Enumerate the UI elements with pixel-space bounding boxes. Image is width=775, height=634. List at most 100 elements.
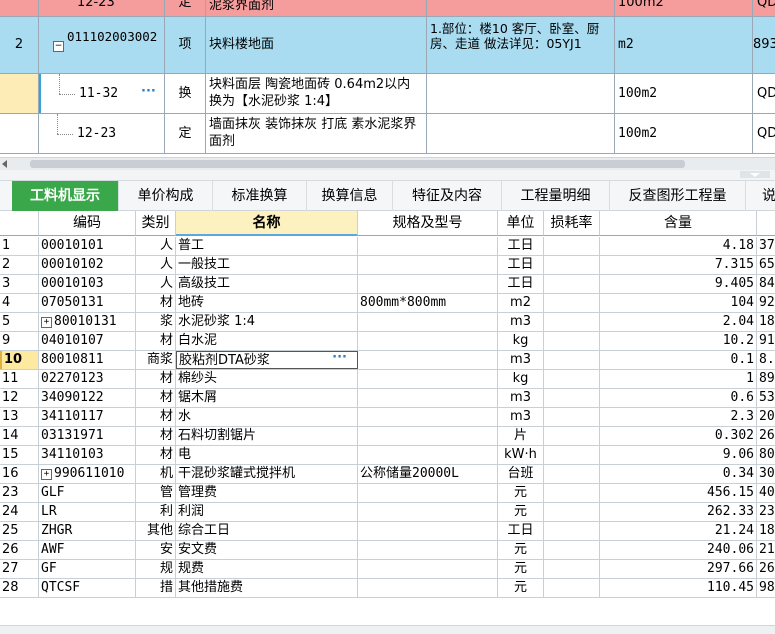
tab-tezheng[interactable]: 特征及内容 [393, 181, 502, 211]
row-qty: 240.06 [600, 541, 757, 559]
row-name-text[interactable]: 胶粘剂DTA砂浆 [179, 353, 270, 368]
tab-huansuan[interactable]: 换算信息 [307, 181, 393, 211]
row-qty: 7.315 [600, 256, 757, 274]
row-type: 材 [136, 427, 176, 445]
row-code: 34110103 [39, 446, 136, 464]
horizontal-scrollbar[interactable] [0, 157, 775, 170]
table-row[interactable]: 26 AWF 安安文费 元 240.06 21 [0, 541, 775, 560]
row-unit: kW·h [498, 446, 544, 464]
table-row[interactable]: 1 00010101 人普工 工日 4.18 37 [0, 237, 775, 256]
header-loss[interactable]: 损耗率 [544, 211, 600, 236]
row-type: 换 [165, 74, 206, 113]
row-type: 管 [136, 484, 176, 502]
row-loss [544, 541, 600, 559]
more-button[interactable]: ··· [141, 84, 156, 99]
row-spec [358, 332, 498, 350]
table-row[interactable]: 25 ZHGR 其他 综合工日 工日 21.24 18 [0, 522, 775, 541]
row-code: 80010811 [39, 351, 136, 369]
row-type: 材 [136, 294, 176, 312]
tab-gongchengliang[interactable]: 工程量明细 [502, 181, 610, 211]
header-code[interactable]: 编码 [39, 211, 136, 236]
table-row[interactable]: 24 LR 利利润 元 262.33 23 [0, 503, 775, 522]
row-spec [358, 427, 498, 445]
row-number: 2 [0, 256, 39, 274]
row-qty: 0.6 [600, 389, 757, 407]
row-qty: 10.2 [600, 332, 757, 350]
row-type: 商浆 [136, 351, 176, 369]
row-cost: 21 [759, 542, 775, 557]
row-type: 机 [136, 465, 176, 483]
row-number: 12 [0, 389, 39, 407]
table-row[interactable]: 28 QTCSF 措其他措施费 元 110.45 98 [0, 579, 775, 598]
tab-danjia[interactable]: 单价构成 [119, 181, 213, 211]
row-code-text: 80010131 [54, 314, 117, 329]
header-spec[interactable]: 规格及型号 [358, 211, 498, 236]
row-spec [358, 408, 498, 426]
row-cost: 26 [759, 428, 775, 443]
row-name: 块料面层 陶瓷地面砖 0.64m2以内 换为【水泥砂浆 1:4】 [206, 74, 427, 113]
expand-icon[interactable]: + [41, 317, 52, 328]
tab-shuoming[interactable]: 说 [746, 181, 775, 211]
table-row[interactable]: 3 00010103 人高级技工 工日 9.405 84 [0, 275, 775, 294]
row-code: 00010102 [39, 256, 136, 274]
row-unit: m3 [498, 389, 544, 407]
row-qty: 0.302 [600, 427, 757, 445]
tab-fancha[interactable]: 反查图形工程量 [610, 181, 746, 211]
header-name[interactable]: 名称 [176, 211, 358, 236]
row-name: 一般技工 [176, 256, 358, 274]
row-code: 02270123 [39, 370, 136, 388]
table-row[interactable]: 2 00010102 人一般技工 工日 7.315 65 [0, 256, 775, 275]
header-unit[interactable]: 单位 [498, 211, 544, 236]
row-unit: 100m2 [615, 114, 753, 153]
table-row[interactable]: 9 04010107 材白水泥 kg 10.2 91 [0, 332, 775, 351]
table-row[interactable]: 16 +990611010 机干混砂浆罐式搅拌机 公称储量20000L 台班 0.34 30 [0, 465, 775, 484]
table-row[interactable]: 12 34090122 材锯木屑 m3 0.6 53 [0, 389, 775, 408]
row-feature: 1.部位：楼10 客厅、卧室、厨房、走道 做法详见：05YJ1 [427, 17, 615, 73]
panel-splitter[interactable] [0, 170, 775, 181]
row-name: 规费 [176, 560, 358, 578]
header-type[interactable]: 类别 [136, 211, 176, 236]
table-row[interactable]: 4 07050131 材地砖 800mm*800mm m2 104 92 [0, 294, 775, 313]
table-row[interactable]: 14 03131971 材石料切割锯片 片 0.302 26 [0, 427, 775, 446]
row-spec [358, 446, 498, 464]
row-loss [544, 560, 600, 578]
row-qty: 4.18 [600, 237, 757, 255]
table-row[interactable]: 15 34110103 材电 kW·h 9.06 80 [0, 446, 775, 465]
table-row[interactable]: 13 34110117 材水 m3 2.3 20 [0, 408, 775, 427]
scroll-left-icon[interactable] [2, 160, 7, 168]
row-qty: 1 [600, 370, 757, 388]
table-row[interactable]: 12-23 定 墙面抹灰 装饰抹灰 打底 素水泥浆界面剂 100m2 QD [0, 114, 775, 154]
row-type: 其他 [136, 522, 176, 540]
expand-icon[interactable]: + [41, 469, 52, 480]
row-type: 人 [136, 256, 176, 274]
row-cost: 84 [759, 276, 775, 291]
row-number: 14 [0, 427, 39, 445]
row-name: 胶粘剂DTA砂浆 ··· [176, 351, 358, 369]
row-qty: 262.33 [600, 503, 757, 521]
row-cost: 80 [759, 447, 775, 462]
splitter-handle-icon[interactable] [740, 171, 770, 178]
row-unit: 工日 [498, 256, 544, 274]
row-cost: 65 [759, 257, 775, 272]
table-row[interactable]: 11-32 ··· 换 块料面层 陶瓷地面砖 0.64m2以内 换为【水泥砂浆 … [0, 74, 775, 114]
tab-gongliaoji[interactable]: 工料机显示 [12, 181, 119, 211]
table-row[interactable]: 2 − 011102003002 项 块料楼地面 1.部位：楼10 客厅、卧室、… [0, 17, 775, 74]
row-cost: 53 [759, 390, 775, 405]
table-row[interactable]: 27 GF 规规费 元 297.66 26 [0, 560, 775, 579]
table-row[interactable]: 12-23 定 泥浆界面剂 100m2 QD [0, 0, 775, 17]
row-number: 13 [0, 408, 39, 426]
header-qty[interactable]: 含量 [600, 211, 757, 236]
table-row[interactable]: 5 +80010131 浆水泥砂浆 1:4 m3 2.04 18 [0, 313, 775, 332]
table-row[interactable]: 10 80010811 商浆 胶粘剂DTA砂浆 ··· m3 0.1 8. [0, 351, 775, 370]
more-button[interactable]: ··· [332, 352, 347, 367]
table-row[interactable]: 11 02270123 材棉纱头 kg 1 89 [0, 370, 775, 389]
row-code: ZHGR [39, 522, 136, 540]
scrollbar-thumb[interactable] [30, 160, 685, 168]
row-cost: 89 [759, 371, 775, 386]
collapse-icon[interactable]: − [53, 41, 64, 52]
row-unit: 100m2 [615, 74, 753, 113]
tab-biaozhun[interactable]: 标准换算 [213, 181, 307, 211]
table-row[interactable]: 23 GLF 管管理费 元 456.15 40 [0, 484, 775, 503]
row-unit: kg [498, 332, 544, 350]
row-unit: 工日 [498, 522, 544, 540]
